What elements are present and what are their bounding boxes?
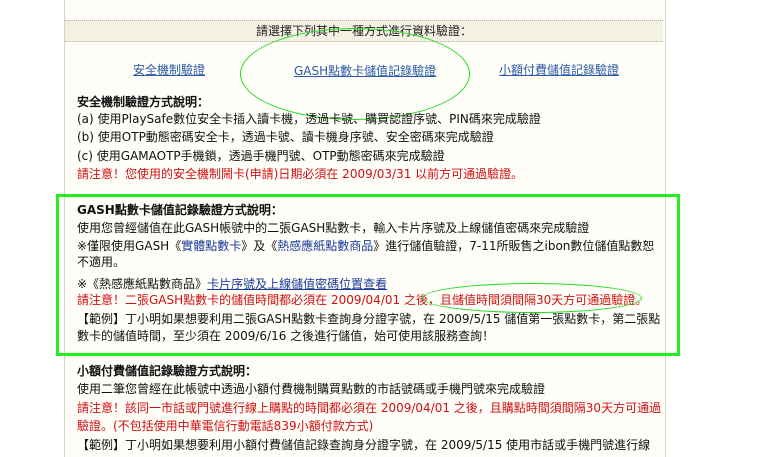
gash-notice: 請注意！二張GASH點數卡的儲值時間都必須在 2009/04/01 之後，且儲值… [77,293,648,307]
gash-section-title: GASH點數卡儲值記錄驗證方式說明： [77,203,283,217]
security-notice: 請注意！您使用的安全機制鬧卡(申請)日期必須在 2009/03/31 以前方可通… [77,167,524,181]
tab-gash-card-record[interactable]: GASH點數卡儲值記錄驗證 [294,62,436,79]
security-line-a: (a) 使用PlaySafe數位安全卡插入讀卡機，透過卡號、購買認證序號、PIN… [77,112,541,126]
tab-micro-payment-record[interactable]: 小額付費儲值記錄驗證 [499,61,619,78]
card-serial-location-link[interactable]: 卡片序號及上線儲值密碼位置查看 [207,277,387,291]
gash-example-line-2: 數卡的儲值時間，至少須在 2009/6/16 之後進行儲值，始可使用該服務查詢！ [77,329,495,343]
micro-line-1: 使用二筆您曾經在此帳號中透過小額付費機制購買點數的市話號碼或手機門號來完成驗證 [77,382,546,396]
tab-security-mechanism[interactable]: 安全機制驗證 [133,61,205,78]
gash-line-2-prefix: ※僅限使用GASH《 [77,239,182,253]
gash-line-2-mid: 》及《 [241,239,278,253]
physical-card-link[interactable]: 實體點數卡 [181,239,241,253]
micro-notice-line-1: 請注意！該同一市話或門號進行線上購點的時間都必須在 2009/04/01 之後，… [77,401,662,415]
gash-line-3: 不適用。 [77,255,126,269]
gash-line-2: ※僅限使用GASH《實體點數卡》及《熱感應紙點數商品》進行儲值驗證，7-11所販… [77,238,654,254]
gash-line-4-prefix: ※《熱感應紙點數商品》 [77,277,208,291]
gash-line-1: 使用您曾經儲值在此GASH帳號中的二張GASH點數卡，輸入卡片序號及上線儲值密碼… [77,221,590,235]
gash-line-2-suffix: 》進行儲值驗證，7-11所販售之ibon數位儲值點數恕 [373,239,655,253]
security-section-title: 安全機制驗證方式說明： [77,95,210,109]
gash-example-line-1: 【範例】丁小明如果想要利用二張GASH點數卡查詢身分證字號，在 2009/5/1… [77,312,661,326]
method-prompt-bar: 請選擇下列其中一種方式進行資料驗證： [65,20,663,42]
micro-section-title: 小額付費儲值記錄驗證方式說明： [77,364,258,378]
micro-example: 【範例】丁小明如果想要利用小額付費儲值記錄查詢身分證字號，在 2009/5/15… [77,438,651,452]
security-line-c: (c) 使用GAMAOTP手機鎖，透過手機門號、OTP動態密碼來完成驗證 [77,149,445,163]
thermal-paper-link[interactable]: 熱感應紙點數商品 [277,239,373,253]
gash-line-4: ※《熱感應紙點數商品》卡片序號及上線儲值密碼位置查看 [77,276,387,292]
security-line-b: (b) 使用OTP動態密碼安全卡，透過卡號、讀卡機身序號、安全密碼來完成驗證 [77,130,494,144]
micro-notice-line-2: 驗證。(不包括使用中華電信行動電話839小額付款方式) [77,419,374,433]
